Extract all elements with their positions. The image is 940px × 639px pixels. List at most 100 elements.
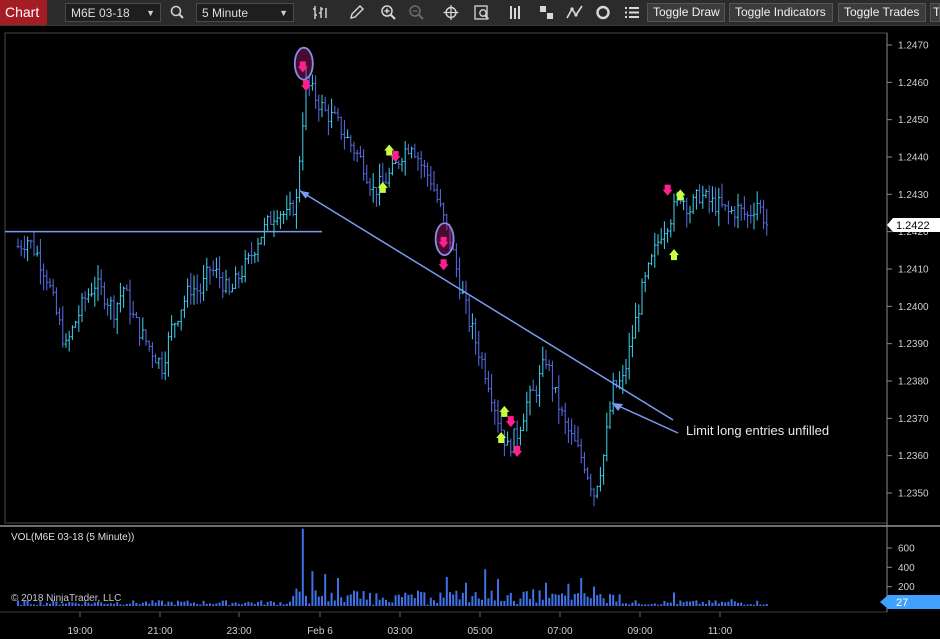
volume-bar bbox=[404, 592, 407, 606]
strategy-icon[interactable] bbox=[505, 3, 525, 22]
volume-bar bbox=[228, 604, 231, 606]
volume-bar bbox=[212, 604, 215, 606]
volume-bar bbox=[570, 599, 573, 606]
volume-bar bbox=[186, 600, 189, 606]
overflow-button[interactable]: T bbox=[930, 3, 940, 22]
toggle-indicators-button[interactable]: Toggle Indicators bbox=[729, 3, 833, 22]
sell-arrow-icon bbox=[505, 416, 516, 428]
volume-bar bbox=[148, 603, 151, 606]
volume-bar bbox=[292, 595, 295, 606]
volume-bar bbox=[180, 601, 183, 606]
volume-bar bbox=[77, 603, 80, 606]
volume-bar bbox=[730, 599, 733, 606]
volume-bar bbox=[369, 592, 371, 606]
volume-bar bbox=[263, 604, 266, 606]
volume-bar bbox=[433, 600, 435, 606]
chart-tab[interactable]: Chart bbox=[0, 0, 47, 25]
volume-bar bbox=[282, 604, 285, 606]
volume-bar bbox=[327, 601, 330, 606]
time-tick-label: 19:00 bbox=[67, 626, 92, 637]
volume-bar bbox=[717, 603, 720, 606]
volume-bar bbox=[682, 602, 685, 606]
volume-bar bbox=[388, 602, 391, 606]
volume-bar bbox=[554, 594, 557, 606]
volume-bar bbox=[295, 588, 298, 606]
volume-bar bbox=[337, 577, 339, 606]
data-box-icon[interactable] bbox=[472, 3, 492, 22]
volume-bar bbox=[410, 594, 413, 606]
volume-bar bbox=[541, 599, 544, 606]
volume-bar bbox=[487, 598, 490, 606]
volume-bar bbox=[589, 598, 592, 606]
crosshair-icon[interactable] bbox=[441, 3, 461, 22]
volume-bar bbox=[599, 594, 602, 606]
indicators-icon[interactable] bbox=[565, 3, 585, 22]
volume-bar bbox=[721, 601, 723, 606]
sell-arrow-icon bbox=[662, 184, 673, 196]
chevron-down-icon: ▼ bbox=[146, 8, 155, 18]
zoom-in-icon[interactable] bbox=[379, 3, 399, 22]
volume-bar bbox=[573, 593, 576, 606]
volume-bar bbox=[618, 594, 621, 606]
chevron-down-icon: ▼ bbox=[279, 8, 288, 18]
volume-bar bbox=[513, 600, 515, 606]
volume-bar bbox=[167, 601, 170, 606]
volume-bar bbox=[340, 597, 343, 606]
volume-bar bbox=[493, 600, 496, 606]
toggle-draw-button[interactable]: Toggle Draw bbox=[647, 3, 725, 22]
toggle-trades-button[interactable]: Toggle Trades bbox=[838, 3, 926, 22]
volume-bar bbox=[634, 600, 637, 606]
volume-bar bbox=[401, 597, 403, 606]
volume-bar bbox=[436, 602, 439, 606]
volume-bar bbox=[125, 604, 128, 606]
volume-bar bbox=[586, 596, 589, 606]
search-icon[interactable] bbox=[168, 3, 188, 22]
volume-bar bbox=[695, 600, 698, 606]
volume-bar bbox=[372, 604, 375, 606]
volume-bar bbox=[506, 595, 509, 606]
reload-icon[interactable] bbox=[593, 3, 613, 22]
volume-bar bbox=[103, 603, 106, 606]
pencil-icon[interactable] bbox=[347, 3, 367, 22]
time-tick-label: 23:00 bbox=[226, 626, 251, 637]
bar-type-icon[interactable] bbox=[310, 3, 330, 22]
volume-bar bbox=[631, 602, 634, 606]
volume-bar bbox=[564, 595, 567, 606]
volume-bar bbox=[199, 604, 202, 606]
volume-bar bbox=[365, 599, 368, 606]
volume-bar bbox=[285, 603, 288, 606]
properties-icon[interactable] bbox=[622, 3, 642, 22]
volume-bar bbox=[289, 601, 291, 606]
sell-arrow-icon bbox=[438, 259, 449, 271]
volume-bar bbox=[474, 592, 477, 606]
volume-bar bbox=[628, 604, 631, 606]
price-tick-label: 1.2390 bbox=[898, 339, 929, 350]
volume-bar bbox=[602, 598, 605, 606]
drawing-objects-icon[interactable] bbox=[537, 3, 557, 22]
volume-bar bbox=[490, 590, 493, 606]
volume-bar bbox=[170, 601, 173, 606]
volume-tick-label: 200 bbox=[898, 582, 915, 593]
chart-plot-area[interactable]: 1.24701.24601.24501.24401.24301.24201.24… bbox=[0, 26, 940, 639]
volume-bar bbox=[381, 597, 384, 606]
volume-bar bbox=[625, 603, 627, 606]
volume-bar bbox=[225, 600, 227, 606]
time-tick-label: 03:00 bbox=[387, 626, 412, 637]
volume-bar bbox=[196, 603, 199, 606]
volume-bar bbox=[442, 597, 445, 606]
instrument-selector[interactable]: M6E 03-18 ▼ bbox=[65, 3, 161, 22]
volume-bar bbox=[106, 603, 109, 606]
interval-selector[interactable]: 5 Minute ▼ bbox=[196, 3, 294, 22]
volume-bar bbox=[260, 600, 263, 606]
volume-bar bbox=[676, 604, 679, 606]
trade-markers bbox=[293, 46, 686, 457]
volume-bar bbox=[29, 604, 32, 606]
volume-bar bbox=[538, 590, 541, 606]
current-price-badge: 1.2422 bbox=[887, 218, 940, 232]
buy-arrow-icon bbox=[669, 249, 679, 261]
price-tick-label: 1.2450 bbox=[898, 115, 929, 126]
volume-bar bbox=[708, 600, 711, 606]
volume-bar bbox=[468, 602, 471, 606]
zoom-out-icon[interactable] bbox=[407, 3, 427, 22]
volume-bar bbox=[301, 528, 304, 606]
